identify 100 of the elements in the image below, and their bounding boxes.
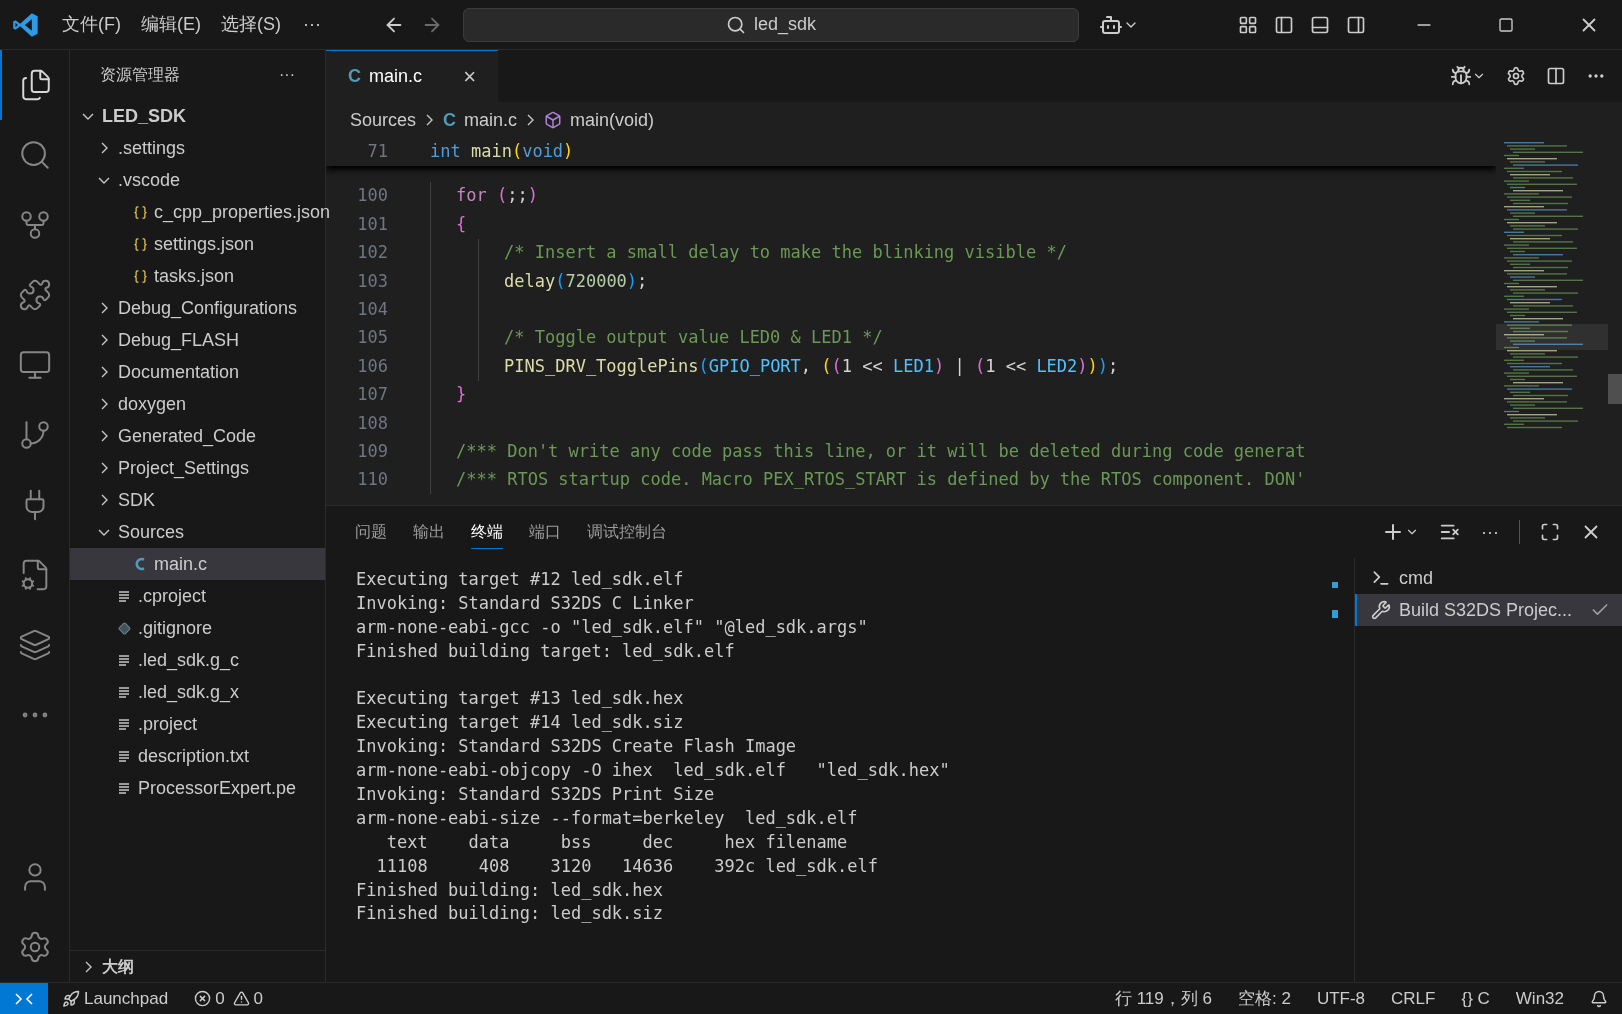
folder-item[interactable]: Documentation [70,356,325,388]
item-label: Documentation [118,360,240,384]
item-label: main.c [154,552,207,576]
chevron-icon [82,112,94,120]
line-number: 107 [356,383,389,407]
item-label: .cproject [138,584,207,608]
sidebar-toggle-icon[interactable] [1274,14,1294,35]
item-label: doxygen [118,392,187,416]
problems-item[interactable]: 0 0 [194,985,264,1012]
remote-button[interactable] [0,983,48,1014]
folder-item[interactable]: Debug_Configurations [70,292,325,324]
launchpad-item[interactable]: Launchpad [62,985,169,1012]
folder-item[interactable]: .settings [70,132,325,164]
code-line: /* Toggle output value LED0 & LED1 */ [504,326,883,350]
line-number: 100 [356,184,389,208]
layout-icon[interactable] [1238,14,1258,35]
code-line: delay(720000); [504,269,648,293]
search-icon [725,14,746,35]
chevron-icon [98,528,110,536]
code-line: /*** RTOS startup code. Macro PEX_RTOS_START is defined by the RTOS component. DON' [456,468,1306,492]
terminal-line: Finished building: led_sdk.siz [356,902,664,926]
panel-tab[interactable]: 输出 [413,516,445,548]
wrench-icon [1371,600,1391,620]
code-line: PINS_DRV_TogglePins(GPIO_PORT, ((1 << LED1) | (1 << LED2))); [504,354,1119,378]
item-label: Sources [118,520,185,544]
terminal-session[interactable]: cmd [1355,562,1622,594]
item-label: LED_SDK [102,104,186,128]
line-number: 110 [356,468,389,492]
terminal-line: Finished building: led_sdk.hex [356,878,664,902]
line-number: 71 [366,140,389,164]
file-item[interactable]: .led_sdk.g_x [70,676,325,708]
editor-tab[interactable]: C main.c × [326,50,498,102]
code-line: { [456,212,467,236]
file-item[interactable]: main.c [70,548,325,580]
file-item[interactable]: tasks.json [70,260,325,292]
bug-icon[interactable] [1450,65,1486,87]
more-button[interactable]: ··· [1481,518,1499,546]
item-label: Project_Settings [118,456,250,481]
breadcrumb[interactable]: Sources [350,106,417,134]
terminal-icon [1371,568,1391,588]
notification-icon[interactable] [1590,989,1608,1008]
panel-tab[interactable]: 问题 [355,516,387,548]
code-line: /* Insert a small delay to make the blinking visible */ [504,241,1067,265]
rocket-icon [62,989,80,1008]
status-item[interactable]: Win32 [1515,985,1564,1012]
folder-item[interactable]: Generated_Code [70,420,325,452]
status-item[interactable]: UTF-8 [1316,985,1366,1012]
terminal-line: Invoking: Standard S32DS Print Size [356,783,715,806]
line-number: 104 [356,298,389,321]
more-menu[interactable]: ··· [291,11,333,38]
panel-tab[interactable]: 终端 [471,515,503,549]
chevron-icon [100,302,108,314]
file-item[interactable]: .led_sdk.g_c [70,644,325,676]
file-item[interactable]: .cproject [70,580,325,612]
panel-tab[interactable]: 调试控制台 [587,516,667,548]
secondary-sidebar-icon[interactable] [1346,14,1366,35]
split-editor-icon[interactable] [1546,66,1566,86]
folder-item[interactable]: .vscode [70,164,325,196]
more-menu[interactable]: ··· [279,63,295,87]
item-label: .gitignore [138,616,213,640]
code-line: int main(void) [429,140,574,164]
line-number: 108 [356,411,389,435]
chevron-icon [527,114,535,126]
chevron-icon [98,176,110,184]
status-item[interactable]: 空格: 2 [1237,985,1291,1012]
breadcrumb[interactable]: main(void) [544,106,655,134]
status-item[interactable]: {} C [1461,985,1490,1012]
chevron-icon [100,430,108,442]
status-item[interactable]: 行 119，列 6 [1114,985,1212,1012]
menu-item[interactable]: 编辑(E) [131,11,211,38]
terminal-session[interactable]: Build S32DS Projec... [1355,594,1622,626]
folder-item[interactable]: Project_Settings [70,452,325,484]
status-item[interactable]: CRLF [1391,985,1436,1012]
breadcrumb[interactable]: C main.c [443,106,518,134]
file-item[interactable]: description.txt [70,740,325,772]
panel-toggle-icon[interactable] [1310,14,1330,35]
panel-tab[interactable]: 端口 [529,516,561,548]
folder-item[interactable]: SDK [70,484,325,516]
chevron-icon [100,494,108,506]
search-field[interactable]: led_sdk [462,7,1079,42]
file-item[interactable]: settings.json [70,228,325,260]
settings-icon[interactable] [1506,66,1526,86]
folder-item[interactable]: doxygen [70,388,325,420]
terminal-line: Invoking: Standard S32DS C Linker [356,591,694,615]
line-number: 106 [356,354,389,378]
menu-item[interactable]: 选择(S) [211,11,291,38]
item-label: ProcessorExpert.pe [138,776,297,800]
maximize-icon[interactable] [1540,522,1560,542]
remote-icon [14,990,34,1007]
file-item[interactable]: .gitignore [70,612,325,644]
folder-item[interactable]: Debug_FLASH [70,324,325,356]
folder-item[interactable]: Sources [70,516,325,548]
file-item[interactable]: .project [70,708,325,740]
chevron-icon [100,366,108,378]
folder-item[interactable]: LED_SDK [70,100,325,132]
item-label: c_cpp_properties.json [154,200,331,225]
chevron-icon [84,960,92,973]
file-item[interactable]: ProcessorExpert.pe [70,772,325,804]
menu-item[interactable]: 文件(F) [52,11,131,38]
maximize-icon[interactable] [1498,16,1514,33]
